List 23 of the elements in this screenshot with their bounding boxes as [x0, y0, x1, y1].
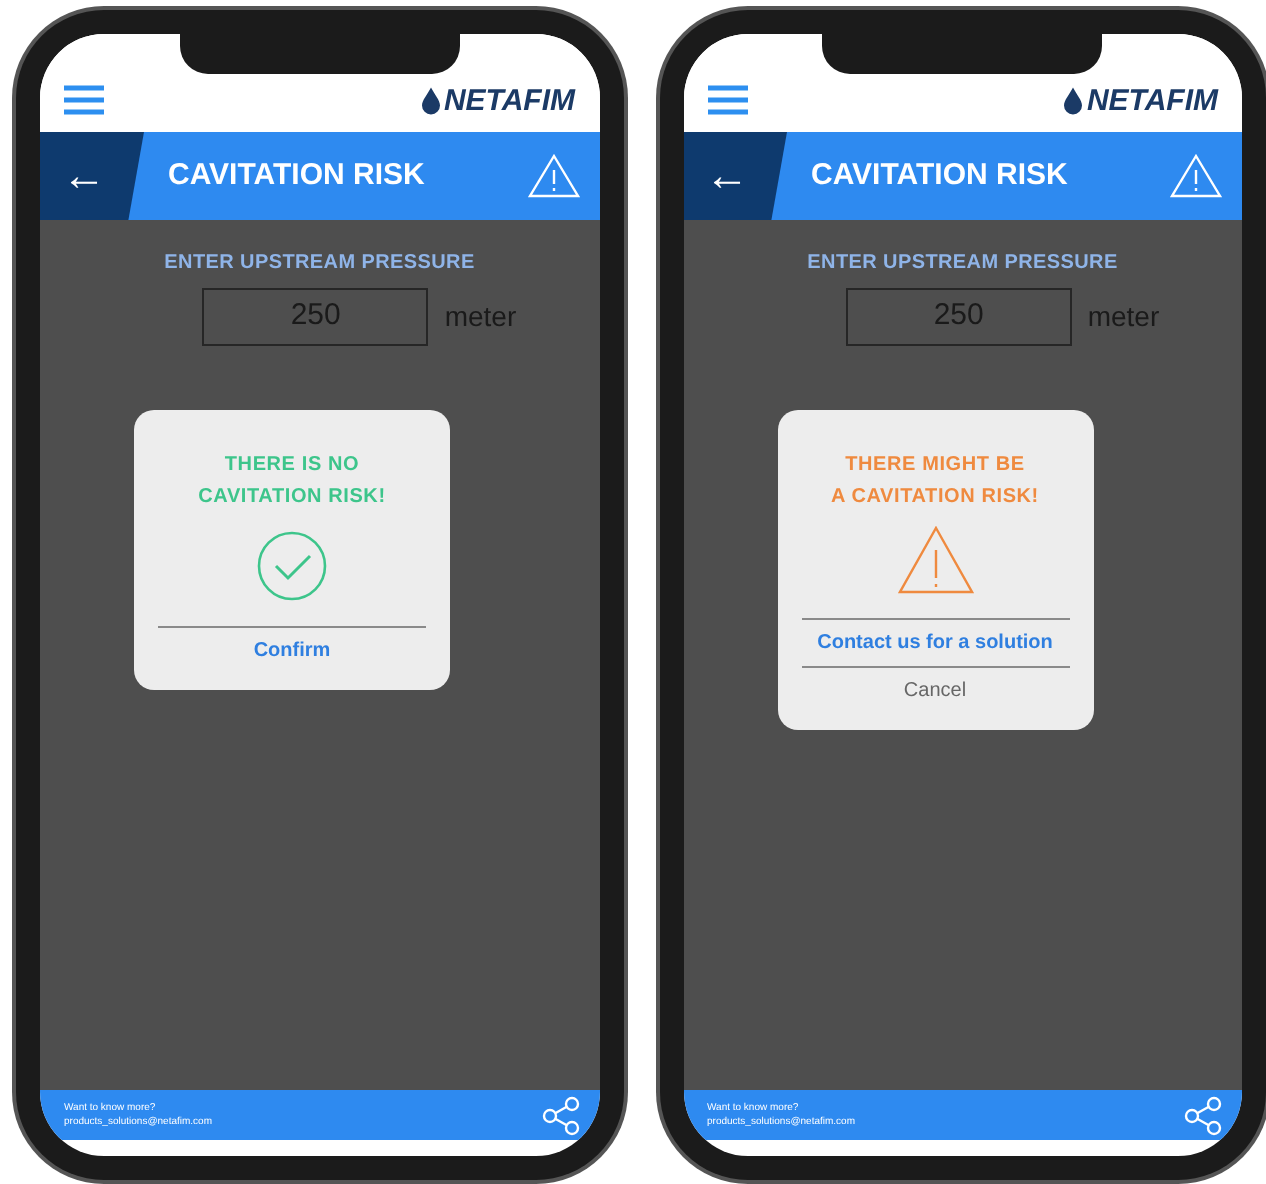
share-icon[interactable]	[1184, 1095, 1222, 1135]
menu-icon[interactable]	[707, 84, 747, 116]
alert-message: THERE MIGHT BE A CAVITATION RISK!	[831, 452, 1039, 512]
screen-title: CAVITATION RISK	[811, 155, 1070, 196]
primary-button[interactable]: Contact us for a solution	[801, 620, 1069, 666]
check-circle-icon	[256, 530, 328, 602]
alert-message: THERE IS NO CAVITATION RISK!	[198, 452, 386, 512]
warning-icon	[897, 526, 973, 594]
warning-icon[interactable]	[527, 152, 579, 200]
back-button[interactable]: ←	[40, 132, 144, 220]
logo: NETAFIM	[443, 86, 575, 116]
menu-icon[interactable]	[64, 84, 104, 116]
field-label: ENTER UPSTREAM PRESSURE	[807, 250, 1118, 278]
warning-icon[interactable]	[1170, 152, 1222, 200]
primary-button[interactable]: Confirm	[158, 628, 426, 674]
cancel-button[interactable]: Cancel	[801, 668, 1069, 714]
field-label: ENTER UPSTREAM PRESSURE	[164, 250, 475, 278]
screen-title: CAVITATION RISK	[168, 155, 427, 196]
drop-icon	[421, 86, 440, 116]
drop-icon	[1064, 86, 1083, 116]
logo: NETAFIM	[1086, 86, 1218, 116]
share-icon[interactable]	[541, 1095, 579, 1135]
back-button[interactable]: ←	[683, 132, 787, 220]
